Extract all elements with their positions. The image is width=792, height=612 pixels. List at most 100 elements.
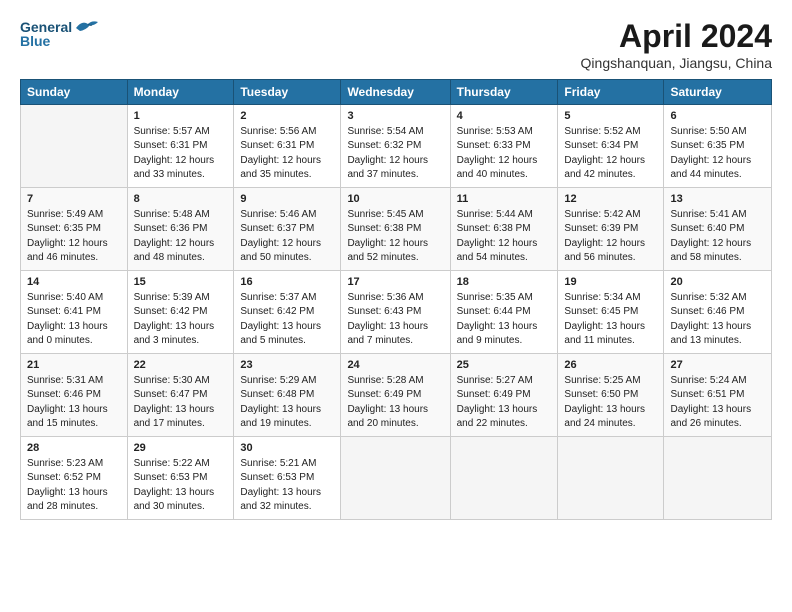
day-number: 9 bbox=[240, 192, 334, 208]
page-header: General Blue April 2024 Qingshanquan, Ji… bbox=[20, 18, 772, 71]
day-number: 14 bbox=[27, 275, 121, 291]
cell-w1-d3: 3Sunrise: 5:54 AMSunset: 6:32 PMDaylight… bbox=[341, 105, 450, 188]
cell-w5-d3 bbox=[341, 436, 450, 519]
day-number: 16 bbox=[240, 275, 334, 291]
day-number: 22 bbox=[134, 358, 228, 374]
cell-w5-d1: 29Sunrise: 5:22 AMSunset: 6:53 PMDayligh… bbox=[127, 436, 234, 519]
cell-w4-d3: 24Sunrise: 5:28 AMSunset: 6:49 PMDayligh… bbox=[341, 353, 450, 436]
day-number: 15 bbox=[134, 275, 228, 291]
cell-content: 26Sunrise: 5:25 AMSunset: 6:50 PMDayligh… bbox=[564, 358, 657, 432]
cell-w2-d3: 10Sunrise: 5:45 AMSunset: 6:38 PMDayligh… bbox=[341, 187, 450, 270]
cell-w1-d4: 4Sunrise: 5:53 AMSunset: 6:33 PMDaylight… bbox=[450, 105, 558, 188]
col-sunday: Sunday bbox=[21, 80, 128, 105]
cell-content: 23Sunrise: 5:29 AMSunset: 6:48 PMDayligh… bbox=[240, 358, 334, 432]
cell-content: 15Sunrise: 5:39 AMSunset: 6:42 PMDayligh… bbox=[134, 275, 228, 349]
cell-w3-d5: 19Sunrise: 5:34 AMSunset: 6:45 PMDayligh… bbox=[558, 270, 664, 353]
calendar-table: Sunday Monday Tuesday Wednesday Thursday… bbox=[20, 79, 772, 520]
cell-w3-d1: 15Sunrise: 5:39 AMSunset: 6:42 PMDayligh… bbox=[127, 270, 234, 353]
day-number: 20 bbox=[670, 275, 765, 291]
cell-w4-d5: 26Sunrise: 5:25 AMSunset: 6:50 PMDayligh… bbox=[558, 353, 664, 436]
cell-content: 20Sunrise: 5:32 AMSunset: 6:46 PMDayligh… bbox=[670, 275, 765, 349]
week-row-5: 28Sunrise: 5:23 AMSunset: 6:52 PMDayligh… bbox=[21, 436, 772, 519]
logo: General Blue bbox=[20, 18, 100, 49]
cell-content: 10Sunrise: 5:45 AMSunset: 6:38 PMDayligh… bbox=[347, 192, 443, 266]
day-number: 12 bbox=[564, 192, 657, 208]
cell-w5-d5 bbox=[558, 436, 664, 519]
day-number: 10 bbox=[347, 192, 443, 208]
col-friday: Friday bbox=[558, 80, 664, 105]
day-number: 17 bbox=[347, 275, 443, 291]
cell-w4-d0: 21Sunrise: 5:31 AMSunset: 6:46 PMDayligh… bbox=[21, 353, 128, 436]
cell-content: 25Sunrise: 5:27 AMSunset: 6:49 PMDayligh… bbox=[457, 358, 552, 432]
cell-content: 12Sunrise: 5:42 AMSunset: 6:39 PMDayligh… bbox=[564, 192, 657, 266]
week-row-3: 14Sunrise: 5:40 AMSunset: 6:41 PMDayligh… bbox=[21, 270, 772, 353]
week-row-2: 7Sunrise: 5:49 AMSunset: 6:35 PMDaylight… bbox=[21, 187, 772, 270]
cell-content: 27Sunrise: 5:24 AMSunset: 6:51 PMDayligh… bbox=[670, 358, 765, 432]
cell-w2-d1: 8Sunrise: 5:48 AMSunset: 6:36 PMDaylight… bbox=[127, 187, 234, 270]
cell-w4-d6: 27Sunrise: 5:24 AMSunset: 6:51 PMDayligh… bbox=[664, 353, 772, 436]
cell-w3-d0: 14Sunrise: 5:40 AMSunset: 6:41 PMDayligh… bbox=[21, 270, 128, 353]
cell-w1-d2: 2Sunrise: 5:56 AMSunset: 6:31 PMDaylight… bbox=[234, 105, 341, 188]
page-title: April 2024 bbox=[581, 18, 772, 55]
cell-w5-d2: 30Sunrise: 5:21 AMSunset: 6:53 PMDayligh… bbox=[234, 436, 341, 519]
day-number: 29 bbox=[134, 441, 228, 457]
cell-w5-d4 bbox=[450, 436, 558, 519]
cell-w2-d2: 9Sunrise: 5:46 AMSunset: 6:37 PMDaylight… bbox=[234, 187, 341, 270]
day-number: 7 bbox=[27, 192, 121, 208]
cell-w2-d0: 7Sunrise: 5:49 AMSunset: 6:35 PMDaylight… bbox=[21, 187, 128, 270]
day-number: 11 bbox=[457, 192, 552, 208]
cell-w2-d6: 13Sunrise: 5:41 AMSunset: 6:40 PMDayligh… bbox=[664, 187, 772, 270]
cell-content: 2Sunrise: 5:56 AMSunset: 6:31 PMDaylight… bbox=[240, 109, 334, 183]
cell-w4-d4: 25Sunrise: 5:27 AMSunset: 6:49 PMDayligh… bbox=[450, 353, 558, 436]
cell-w1-d5: 5Sunrise: 5:52 AMSunset: 6:34 PMDaylight… bbox=[558, 105, 664, 188]
cell-content: 13Sunrise: 5:41 AMSunset: 6:40 PMDayligh… bbox=[670, 192, 765, 266]
cell-w1-d1: 1Sunrise: 5:57 AMSunset: 6:31 PMDaylight… bbox=[127, 105, 234, 188]
day-number: 1 bbox=[134, 109, 228, 125]
cell-w4-d1: 22Sunrise: 5:30 AMSunset: 6:47 PMDayligh… bbox=[127, 353, 234, 436]
cell-content: 17Sunrise: 5:36 AMSunset: 6:43 PMDayligh… bbox=[347, 275, 443, 349]
day-number: 13 bbox=[670, 192, 765, 208]
cell-w3-d3: 17Sunrise: 5:36 AMSunset: 6:43 PMDayligh… bbox=[341, 270, 450, 353]
cell-w3-d4: 18Sunrise: 5:35 AMSunset: 6:44 PMDayligh… bbox=[450, 270, 558, 353]
col-monday: Monday bbox=[127, 80, 234, 105]
col-thursday: Thursday bbox=[450, 80, 558, 105]
cell-w2-d4: 11Sunrise: 5:44 AMSunset: 6:38 PMDayligh… bbox=[450, 187, 558, 270]
day-number: 21 bbox=[27, 358, 121, 374]
day-number: 26 bbox=[564, 358, 657, 374]
day-number: 19 bbox=[564, 275, 657, 291]
day-number: 8 bbox=[134, 192, 228, 208]
cell-w4-d2: 23Sunrise: 5:29 AMSunset: 6:48 PMDayligh… bbox=[234, 353, 341, 436]
col-tuesday: Tuesday bbox=[234, 80, 341, 105]
cell-content: 19Sunrise: 5:34 AMSunset: 6:45 PMDayligh… bbox=[564, 275, 657, 349]
cell-content: 16Sunrise: 5:37 AMSunset: 6:42 PMDayligh… bbox=[240, 275, 334, 349]
cell-content: 3Sunrise: 5:54 AMSunset: 6:32 PMDaylight… bbox=[347, 109, 443, 183]
day-number: 24 bbox=[347, 358, 443, 374]
cell-content: 1Sunrise: 5:57 AMSunset: 6:31 PMDaylight… bbox=[134, 109, 228, 183]
calendar-header-row: Sunday Monday Tuesday Wednesday Thursday… bbox=[21, 80, 772, 105]
week-row-4: 21Sunrise: 5:31 AMSunset: 6:46 PMDayligh… bbox=[21, 353, 772, 436]
cell-w1-d6: 6Sunrise: 5:50 AMSunset: 6:35 PMDaylight… bbox=[664, 105, 772, 188]
cell-w2-d5: 12Sunrise: 5:42 AMSunset: 6:39 PMDayligh… bbox=[558, 187, 664, 270]
cell-content: 6Sunrise: 5:50 AMSunset: 6:35 PMDaylight… bbox=[670, 109, 765, 183]
cell-content: 14Sunrise: 5:40 AMSunset: 6:41 PMDayligh… bbox=[27, 275, 121, 349]
day-number: 6 bbox=[670, 109, 765, 125]
day-number: 3 bbox=[347, 109, 443, 125]
cell-content: 9Sunrise: 5:46 AMSunset: 6:37 PMDaylight… bbox=[240, 192, 334, 266]
cell-w5-d0: 28Sunrise: 5:23 AMSunset: 6:52 PMDayligh… bbox=[21, 436, 128, 519]
cell-content: 5Sunrise: 5:52 AMSunset: 6:34 PMDaylight… bbox=[564, 109, 657, 183]
cell-content: 22Sunrise: 5:30 AMSunset: 6:47 PMDayligh… bbox=[134, 358, 228, 432]
day-number: 28 bbox=[27, 441, 121, 457]
cell-content: 21Sunrise: 5:31 AMSunset: 6:46 PMDayligh… bbox=[27, 358, 121, 432]
cell-content: 28Sunrise: 5:23 AMSunset: 6:52 PMDayligh… bbox=[27, 441, 121, 515]
logo-blue: Blue bbox=[20, 33, 50, 49]
page-subtitle: Qingshanquan, Jiangsu, China bbox=[581, 55, 772, 71]
cell-w5-d6 bbox=[664, 436, 772, 519]
cell-w3-d6: 20Sunrise: 5:32 AMSunset: 6:46 PMDayligh… bbox=[664, 270, 772, 353]
cell-content: 4Sunrise: 5:53 AMSunset: 6:33 PMDaylight… bbox=[457, 109, 552, 183]
day-number: 5 bbox=[564, 109, 657, 125]
cell-w3-d2: 16Sunrise: 5:37 AMSunset: 6:42 PMDayligh… bbox=[234, 270, 341, 353]
day-number: 23 bbox=[240, 358, 334, 374]
day-number: 18 bbox=[457, 275, 552, 291]
day-number: 27 bbox=[670, 358, 765, 374]
cell-content: 7Sunrise: 5:49 AMSunset: 6:35 PMDaylight… bbox=[27, 192, 121, 266]
